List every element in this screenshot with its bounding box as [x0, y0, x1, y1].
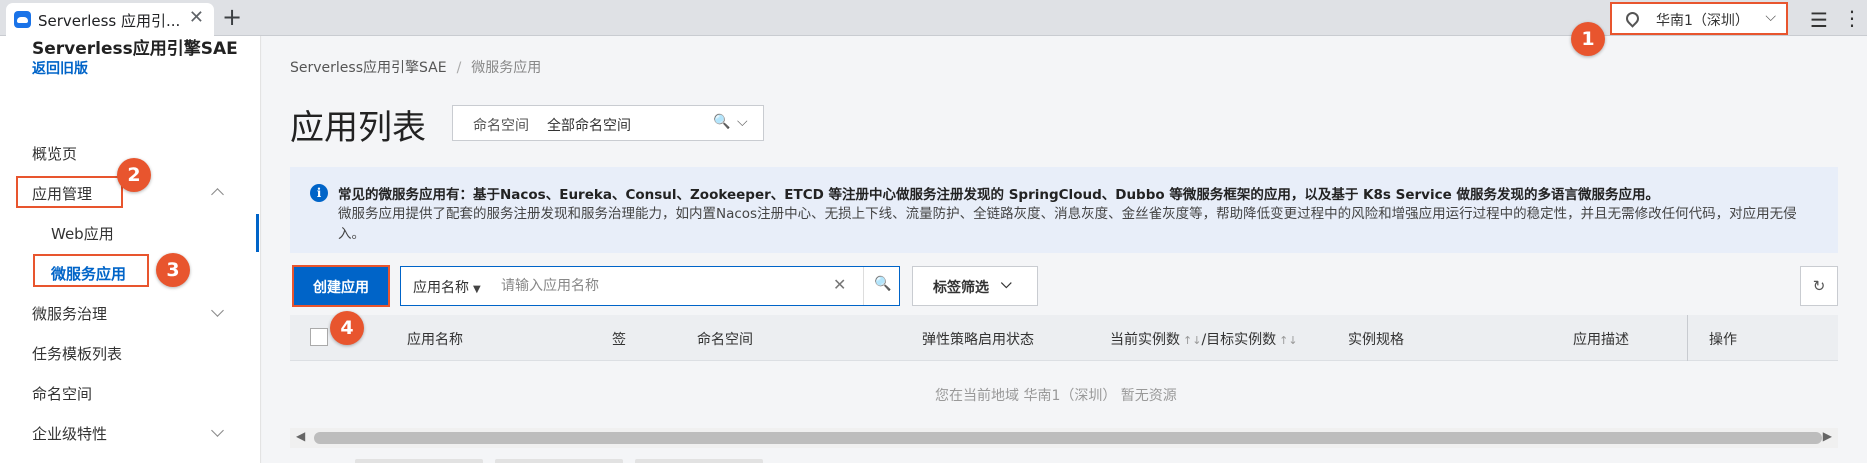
new-tab-button[interactable]: + [222, 3, 242, 31]
column-actions: 操作 [1709, 332, 1737, 348]
chevron-down-icon: ⌵ [1765, 9, 1776, 25]
step-badge-2: 2 [117, 158, 151, 192]
search-field-select[interactable]: 应用名称 ▼ [413, 277, 481, 297]
region-label: 华南1（深圳） [1656, 13, 1749, 29]
breadcrumb-current: 微服务应用 [471, 60, 542, 76]
more-vertical-icon[interactable]: ⋮ [1842, 6, 1862, 30]
step-badge-3: 3 [156, 253, 190, 287]
table-header: 应用名称 签 命名空间 弹性策略启用状态 当前实例数 ↑↓/目标实例数 ↑↓ 实例规… [290, 315, 1838, 361]
tag-filter-button[interactable]: 标签筛选 ⌵ [912, 266, 1038, 306]
sidebar-item-overview[interactable]: 概览页 [32, 143, 77, 164]
namespace-label: 命名空间 [473, 118, 529, 134]
horizontal-scrollbar[interactable]: ◀ ▶ [290, 428, 1838, 448]
notice-title: 常见的微服务应用有：基于Nacos、Eureka、Consul、Zookeepe… [338, 187, 1659, 203]
search-divider [863, 267, 864, 305]
cloud-icon [14, 11, 31, 28]
sidebar-item-microservice-governance[interactable]: 微服务治理 [32, 303, 107, 324]
tab-title: Serverless 应用引... [38, 12, 181, 30]
app-search-group: 应用名称 ▼ ✕ 🔍 [400, 266, 900, 306]
info-icon: i [310, 184, 328, 202]
location-icon [1623, 9, 1642, 28]
scroll-right-icon[interactable]: ▶ [1823, 429, 1832, 443]
sort-icon[interactable]: ↑↓ [1183, 334, 1201, 347]
breadcrumb-separator: / [456, 60, 462, 76]
create-app-button[interactable]: 创建应用 [292, 265, 390, 307]
column-app-name: 应用名称 [407, 332, 463, 348]
placeholder-block [355, 459, 483, 463]
clear-icon[interactable]: ✕ [833, 275, 846, 294]
empty-state-text: 您在当前地域 华南1（深圳） 暂无资源 [935, 388, 1177, 404]
step-badge-4: 4 [330, 311, 364, 345]
sidebar-item-enterprise-features[interactable]: 企业级特性 [32, 423, 107, 444]
return-old-version-link[interactable]: 返回旧版 [32, 58, 88, 78]
instances-label: 当前实例数 [1110, 332, 1180, 348]
sort-icon[interactable]: ↑↓ [1279, 334, 1297, 347]
close-icon[interactable]: ✕ [189, 7, 204, 28]
search-field-label: 应用名称 [413, 280, 469, 296]
column-description: 应用描述 [1573, 332, 1629, 348]
column-elastic-status: 弹性策略启用状态 [922, 332, 1034, 348]
page-title: 应用列表 [290, 108, 426, 148]
search-icon[interactable]: 🔍 [874, 276, 891, 292]
sidebar-item-web-app[interactable]: Web应用 [51, 223, 114, 244]
info-notice: i 常见的微服务应用有：基于Nacos、Eureka、Consul、Zookee… [290, 167, 1838, 253]
target-instances-label: /目标实例数 [1201, 332, 1277, 348]
scroll-left-icon[interactable]: ◀ [296, 429, 305, 443]
search-icon[interactable]: 🔍 [713, 114, 730, 130]
sidebar-item-namespace[interactable]: 命名空间 [32, 383, 92, 404]
breadcrumb: Serverless应用引擎SAE / 微服务应用 [290, 57, 541, 77]
sidebar-item-task-templates[interactable]: 任务模板列表 [32, 343, 122, 364]
bottom-placeholders [355, 455, 775, 463]
tag-filter-label: 标签筛选 [933, 280, 989, 296]
placeholder-block [635, 459, 763, 463]
breadcrumb-root[interactable]: Serverless应用引擎SAE [290, 60, 447, 76]
refresh-button[interactable]: ↻ [1800, 266, 1838, 306]
chevron-down-icon: ⌵ [1001, 276, 1012, 292]
select-all-checkbox[interactable] [310, 328, 328, 346]
menu-icon[interactable]: ☰ [1810, 8, 1828, 32]
scroll-thumb[interactable] [314, 432, 1822, 444]
namespace-select[interactable]: 命名空间 全部命名空间 🔍 ⌵ [452, 105, 764, 141]
column-divider [1687, 315, 1688, 361]
notice-body: 微服务应用提供了配套的服务注册发现和服务治理能力，如内置Nacos注册中心、无损… [338, 206, 1797, 242]
highlight-box-app-management [16, 176, 123, 208]
namespace-value: 全部命名空间 [547, 118, 631, 134]
chevron-down-icon[interactable]: ⌵ [737, 114, 748, 130]
browser-tab[interactable]: Serverless 应用引... ✕ [6, 3, 214, 36]
region-selector[interactable]: 华南1（深圳） ⌵ [1610, 2, 1788, 35]
app-name-search-input[interactable] [501, 272, 831, 300]
caret-down-icon: ▼ [473, 284, 481, 295]
column-tag: 签 [612, 332, 626, 348]
column-instances: 当前实例数 ↑↓/目标实例数 ↑↓ [1110, 329, 1298, 349]
column-spec: 实例规格 [1348, 332, 1404, 348]
column-namespace: 命名空间 [697, 332, 753, 348]
product-title: Serverless应用引擎SAE [32, 39, 238, 59]
highlight-box-microservice-app [33, 254, 149, 287]
step-badge-1: 1 [1571, 22, 1605, 56]
active-indicator [256, 214, 259, 252]
placeholder-block [495, 459, 623, 463]
